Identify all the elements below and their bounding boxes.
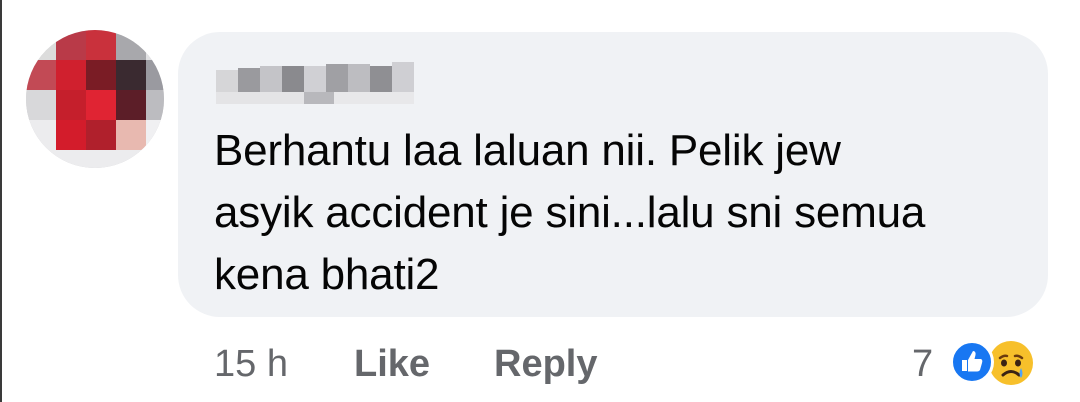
reaction-count[interactable]: 7 [912, 336, 933, 392]
commenter-name-blurred[interactable] [216, 60, 416, 108]
comment-actions: 15 h Like Reply [214, 336, 634, 392]
like-reaction-icon[interactable] [950, 340, 994, 384]
timestamp-link[interactable]: 15 h [214, 336, 288, 392]
comment-text: Berhantu laa laluan nii. Pelik jew asyik… [214, 126, 926, 299]
avatar[interactable] [26, 30, 164, 168]
left-divider [0, 0, 2, 402]
sad-reaction-icon[interactable] [988, 340, 1034, 386]
like-button[interactable]: Like [354, 336, 430, 392]
reply-button[interactable]: Reply [494, 336, 597, 392]
